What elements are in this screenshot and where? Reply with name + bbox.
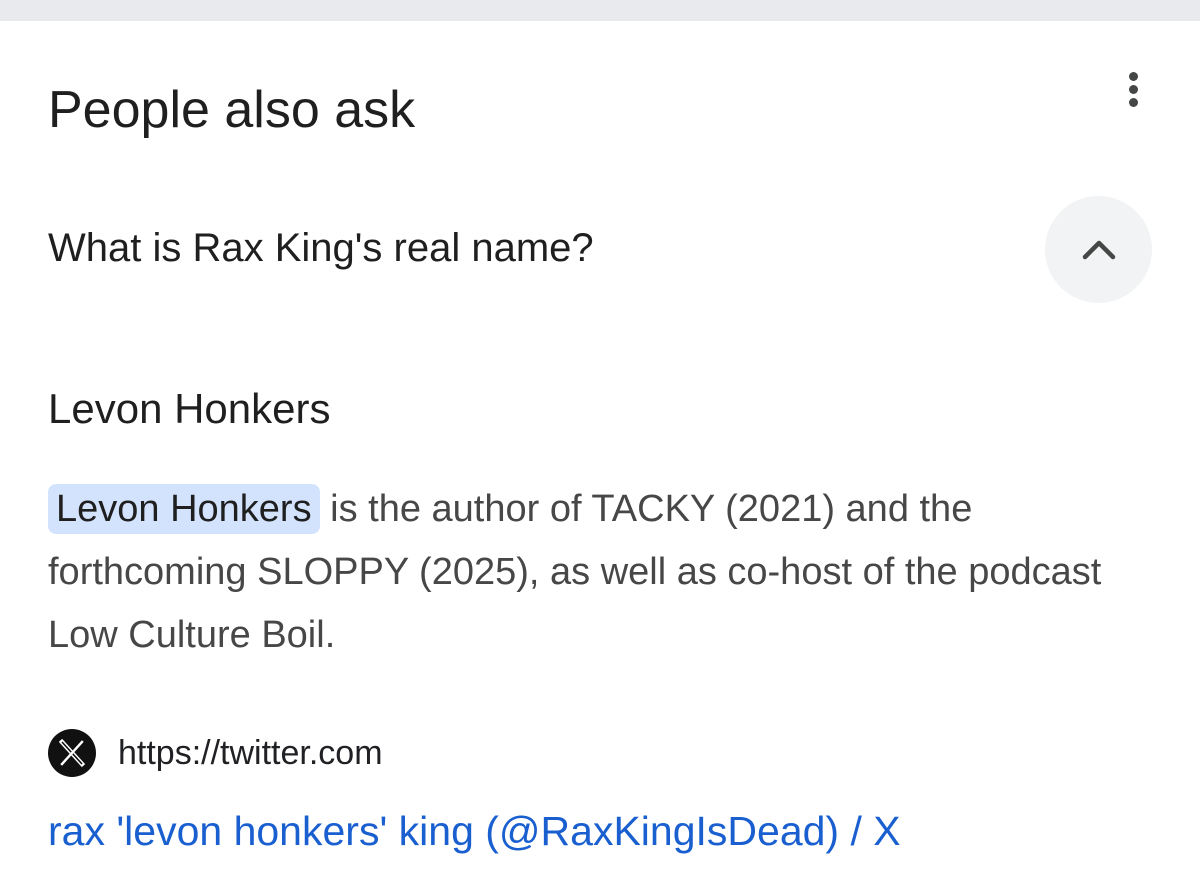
source-row[interactable]: https://twitter.com	[48, 728, 383, 778]
more-options-button[interactable]	[1110, 64, 1156, 114]
source-url: https://twitter.com	[118, 734, 383, 772]
question-text[interactable]: What is Rax King's real name?	[48, 222, 594, 274]
answer-highlight: Levon Honkers	[48, 484, 320, 534]
answer-heading: Levon Honkers	[48, 385, 331, 432]
x-logo-icon	[48, 729, 96, 777]
more-vert-icon	[1128, 71, 1138, 81]
top-divider-bar	[0, 0, 1200, 21]
collapse-question-button[interactable]	[1045, 196, 1152, 303]
result-link[interactable]: rax 'levon honkers' king (@RaxKingIsDead…	[48, 804, 901, 858]
section-title: People also ask	[48, 81, 416, 139]
more-vert-icon-dot	[1128, 84, 1138, 94]
answer-snippet: Levon Honkers is the author of TACKY (20…	[48, 478, 1158, 667]
more-vert-icon-dot	[1128, 97, 1138, 107]
chevron-up-icon	[1082, 240, 1115, 259]
